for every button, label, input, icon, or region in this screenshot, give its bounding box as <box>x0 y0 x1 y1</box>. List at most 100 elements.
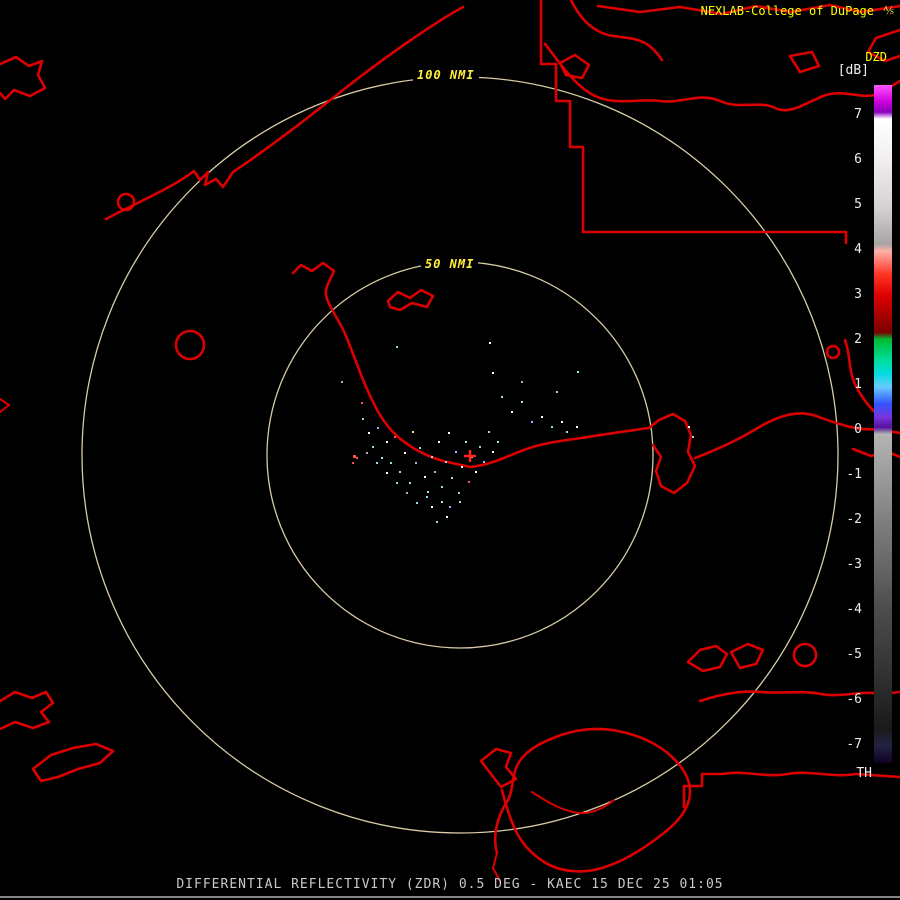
radar-echo <box>483 461 485 463</box>
radar-echo <box>424 476 426 478</box>
colorbar-threshold-label: TH <box>856 766 872 781</box>
radar-echo <box>366 452 368 454</box>
colorbar-tick-7: 7 <box>828 107 862 122</box>
radar-echo <box>353 455 356 458</box>
range-ring-label-50: 50 NMI <box>421 256 478 272</box>
colorbar-tick--1: -1 <box>828 467 862 482</box>
colorbar <box>874 85 892 763</box>
coastline-segment <box>0 57 45 99</box>
radar-echo <box>448 432 450 434</box>
lake-outline <box>794 644 816 666</box>
coastline-segment <box>0 399 9 412</box>
colorbar-unit: [dB] <box>838 63 869 78</box>
radar-echo <box>394 436 396 438</box>
lake-outline <box>827 346 839 358</box>
range-ring-label-100: 100 NMI <box>413 67 479 83</box>
radar-echo <box>576 426 578 428</box>
radar-echo <box>419 447 421 449</box>
radar-echo <box>376 462 378 464</box>
radar-echo <box>381 457 383 459</box>
radar-echo <box>501 396 503 398</box>
radar-echo <box>396 482 398 484</box>
radar-echo <box>556 391 558 393</box>
island-outline <box>560 55 589 78</box>
radar-display: 100 NMI 50 NMI NEXLAB-College of DuPage … <box>0 0 900 900</box>
radar-echo <box>446 516 448 518</box>
bottom-divider <box>0 896 900 898</box>
radar-echo <box>475 471 477 473</box>
radar-echo <box>436 521 438 523</box>
radar-echo <box>372 446 374 448</box>
coastline-layer <box>0 0 900 881</box>
radar-echo <box>416 502 418 504</box>
lake-outline <box>176 331 204 359</box>
radar-echo <box>511 411 513 413</box>
radar-echo <box>362 418 364 420</box>
radar-echo <box>455 451 457 453</box>
radar-echo <box>458 492 460 494</box>
radar-echo <box>386 441 388 443</box>
radar-echo <box>551 426 553 428</box>
colorbar-tick--5: -5 <box>828 647 862 662</box>
radar-echo <box>441 486 443 488</box>
colorbar-tick--7: -7 <box>828 737 862 752</box>
coastline-segment <box>532 792 614 813</box>
radar-echo <box>492 372 494 374</box>
range-ring-100nmi <box>82 77 838 833</box>
island-outline <box>388 290 433 310</box>
radar-echo <box>688 426 690 428</box>
radar-echo <box>459 501 461 503</box>
radar-echo <box>561 421 563 423</box>
colorbar-title: DZD <box>865 50 887 64</box>
radar-echo <box>415 462 417 464</box>
radar-echo <box>438 441 440 443</box>
brand-text: NEXLAB-College of DuPage <box>701 4 874 19</box>
radar-echo <box>577 371 579 373</box>
radar-echo <box>427 491 429 493</box>
island-outline <box>731 644 763 668</box>
radar-echo <box>449 506 451 508</box>
radar-echo <box>521 401 523 403</box>
radar-map-canvas <box>0 0 900 900</box>
range-ring-50nmi <box>267 262 653 648</box>
radar-echo <box>404 452 406 454</box>
radar-echo <box>489 342 491 344</box>
radar-echo <box>386 472 388 474</box>
cod-logo-icon: ⅍ <box>883 3 894 18</box>
radar-echo <box>465 441 467 443</box>
radar-echo <box>692 436 694 438</box>
radar-echo <box>531 421 533 423</box>
range-rings <box>82 77 838 833</box>
radar-echo <box>426 496 428 498</box>
peninsula-outline <box>649 414 695 493</box>
colorbar-tick--4: -4 <box>828 602 862 617</box>
radar-echo <box>390 462 392 464</box>
status-bar: DIFFERENTIAL REFLECTIVITY (ZDR) 0.5 DEG … <box>0 877 900 892</box>
radar-echo <box>468 481 470 483</box>
colorbar-tick-1: 1 <box>828 377 862 392</box>
radar-echo <box>445 461 447 463</box>
radar-echo <box>461 466 463 468</box>
radar-echo <box>451 477 453 479</box>
radar-echo <box>492 451 494 453</box>
coastline-segment <box>0 692 53 729</box>
radar-echo <box>431 506 433 508</box>
radar-echo <box>431 456 433 458</box>
island-outline <box>33 744 113 781</box>
radar-site-marker <box>464 450 476 462</box>
colorbar-tick-0: 0 <box>828 422 862 437</box>
colorbar-tick-3: 3 <box>828 287 862 302</box>
radar-echo <box>566 431 568 433</box>
radar-echo <box>406 492 408 494</box>
radar-echo <box>521 381 523 383</box>
radar-echo <box>441 501 443 503</box>
radar-echo <box>396 346 398 348</box>
radar-echo <box>352 462 354 464</box>
radar-echo <box>341 381 343 383</box>
colorbar-tick-4: 4 <box>828 242 862 257</box>
colorbar-tick--3: -3 <box>828 557 862 572</box>
coastline-segment <box>695 413 900 458</box>
radar-echo <box>434 471 436 473</box>
island-outline <box>790 52 819 72</box>
radar-echo <box>368 432 370 434</box>
